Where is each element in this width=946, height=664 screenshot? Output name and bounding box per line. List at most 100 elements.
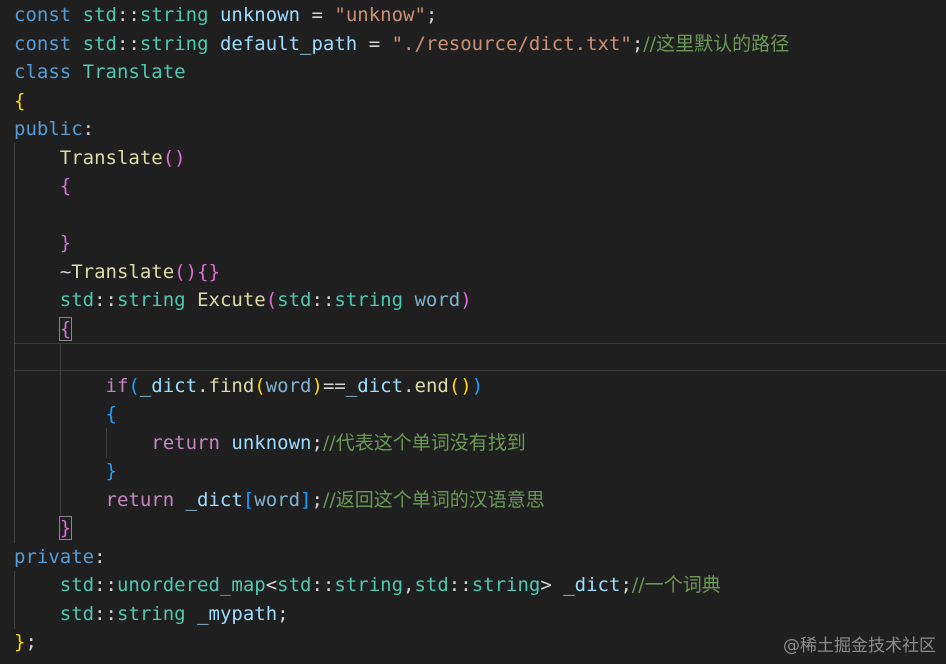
token-namespace: std [82,32,117,55]
token-operator: :: [94,289,117,311]
token-type: string [116,602,186,625]
token-operator: :: [311,574,335,596]
token-function: Translate [71,260,175,283]
token-operator: :: [94,574,117,596]
code-line-10[interactable]: std::string Excute(std::string word) [14,286,946,315]
code-line-empty-1[interactable] [14,201,946,230]
code-line-6[interactable]: Translate() [14,144,946,173]
token-operator: :: [116,4,140,26]
token-brace: { [105,403,117,425]
token-keyword-return: return [105,488,175,511]
token-keyword: class [14,61,72,83]
token-punct: ; [311,431,323,454]
token-type: string [334,289,404,311]
code-line-9[interactable]: ~Translate(){} [14,258,946,287]
token-operator: = [368,32,381,55]
token-namespace: std [59,289,95,311]
token-brace-matched: { [58,316,73,341]
token-comment: //代表这个单词没有找到 [322,431,526,454]
token-punct: . [197,374,209,397]
token-bracket: [ [242,488,255,511]
token-brace: { [14,89,26,112]
token-namespace: std [414,574,449,596]
token-comment: //返回这个单词的汉语意思 [322,488,545,511]
token-punct: , [403,574,415,596]
token-type: string [471,574,541,596]
token-operator: :: [116,32,140,55]
token-function: Translate [59,146,163,169]
code-line-15[interactable]: } [14,457,946,486]
token-paren: ) [460,289,472,311]
code-line-20[interactable]: std::string _mypath; [14,600,946,629]
token-type: unordered_map [116,574,266,596]
code-line-11[interactable]: { [14,315,946,344]
token-paren: ) [460,374,472,397]
code-line-3[interactable]: class Translate [14,58,946,87]
token-punct: ; [620,574,632,596]
token-punct: : [94,545,106,568]
token-punct: < [265,574,278,596]
token-paren: ) [185,260,198,283]
token-namespace: std [59,574,95,596]
token-punct: ; [25,631,37,653]
token-paren: ( [254,374,266,397]
token-paren: ) [311,374,323,397]
token-operator: = [311,4,323,26]
token-brace: } [14,631,26,653]
token-brace: } [105,460,117,482]
token-keyword-return: return [151,431,220,454]
code-line-5[interactable]: public: [14,115,946,144]
token-variable: _dict [185,488,243,511]
token-namespace: std [277,289,312,311]
token-keyword: const [14,32,72,55]
token-namespace: std [59,602,95,625]
token-parameter: word [265,374,312,397]
code-line-14[interactable]: return unknown;//代表这个单词没有找到 [14,429,946,458]
token-paren: ) [471,374,484,397]
token-type: string [139,32,209,55]
token-variable: default_path [219,32,358,55]
token-paren: ( [265,289,278,311]
code-line-16[interactable]: return _dict[word];//返回这个单词的汉语意思 [14,486,946,515]
token-keyword-if: if [105,374,129,397]
code-line-12[interactable]: if(_dict.find(word)==_dict.end()) [14,372,946,401]
token-variable: _dict [139,374,198,397]
code-line-17[interactable]: } [14,514,946,543]
code-line-2[interactable]: const std::string default_path = "./reso… [14,30,946,59]
code-line-18[interactable]: private: [14,543,946,572]
token-paren: ( [162,146,175,169]
token-type: string [334,574,404,596]
token-punct: : [82,118,95,140]
code-line-4[interactable]: { [14,87,946,116]
token-punct: . [403,374,415,397]
token-parameter: word [254,488,301,511]
token-namespace: std [277,574,312,596]
token-paren: ( [174,260,186,283]
code-editor[interactable]: const std::string unknown = "unknow"; co… [0,0,946,664]
code-line-7[interactable]: { [14,172,946,201]
token-variable: _dict [345,374,404,397]
token-function: Excute [197,289,266,311]
watermark: @稀土掘金技术社区 [783,636,936,656]
token-type: string [116,289,186,311]
token-operator: :: [311,289,335,311]
token-bracket: ] [300,488,312,511]
token-variable: unknown [219,4,301,26]
token-comment: //这里默认的路径 [643,32,790,55]
token-function: end [414,374,449,397]
token-brace: { [59,175,72,197]
code-line-1[interactable]: const std::string unknown = "unknow"; [14,1,946,30]
token-operator: ~ [59,260,72,283]
code-line-19[interactable]: std::unordered_map<std::string,std::stri… [14,571,946,600]
code-line-8[interactable]: } [14,229,946,258]
token-operator: :: [94,602,117,625]
token-punct: ; [277,602,289,625]
code-line-13[interactable]: { [14,400,946,429]
code-lines: const std::string unknown = "unknow"; co… [14,1,946,657]
token-keyword: const [14,4,72,26]
token-variable: _dict [563,574,621,596]
token-punct: ; [311,488,323,511]
token-variable: unknown [231,431,312,454]
code-line-empty-2-cursor[interactable] [14,343,946,372]
token-parameter: word [414,289,461,311]
